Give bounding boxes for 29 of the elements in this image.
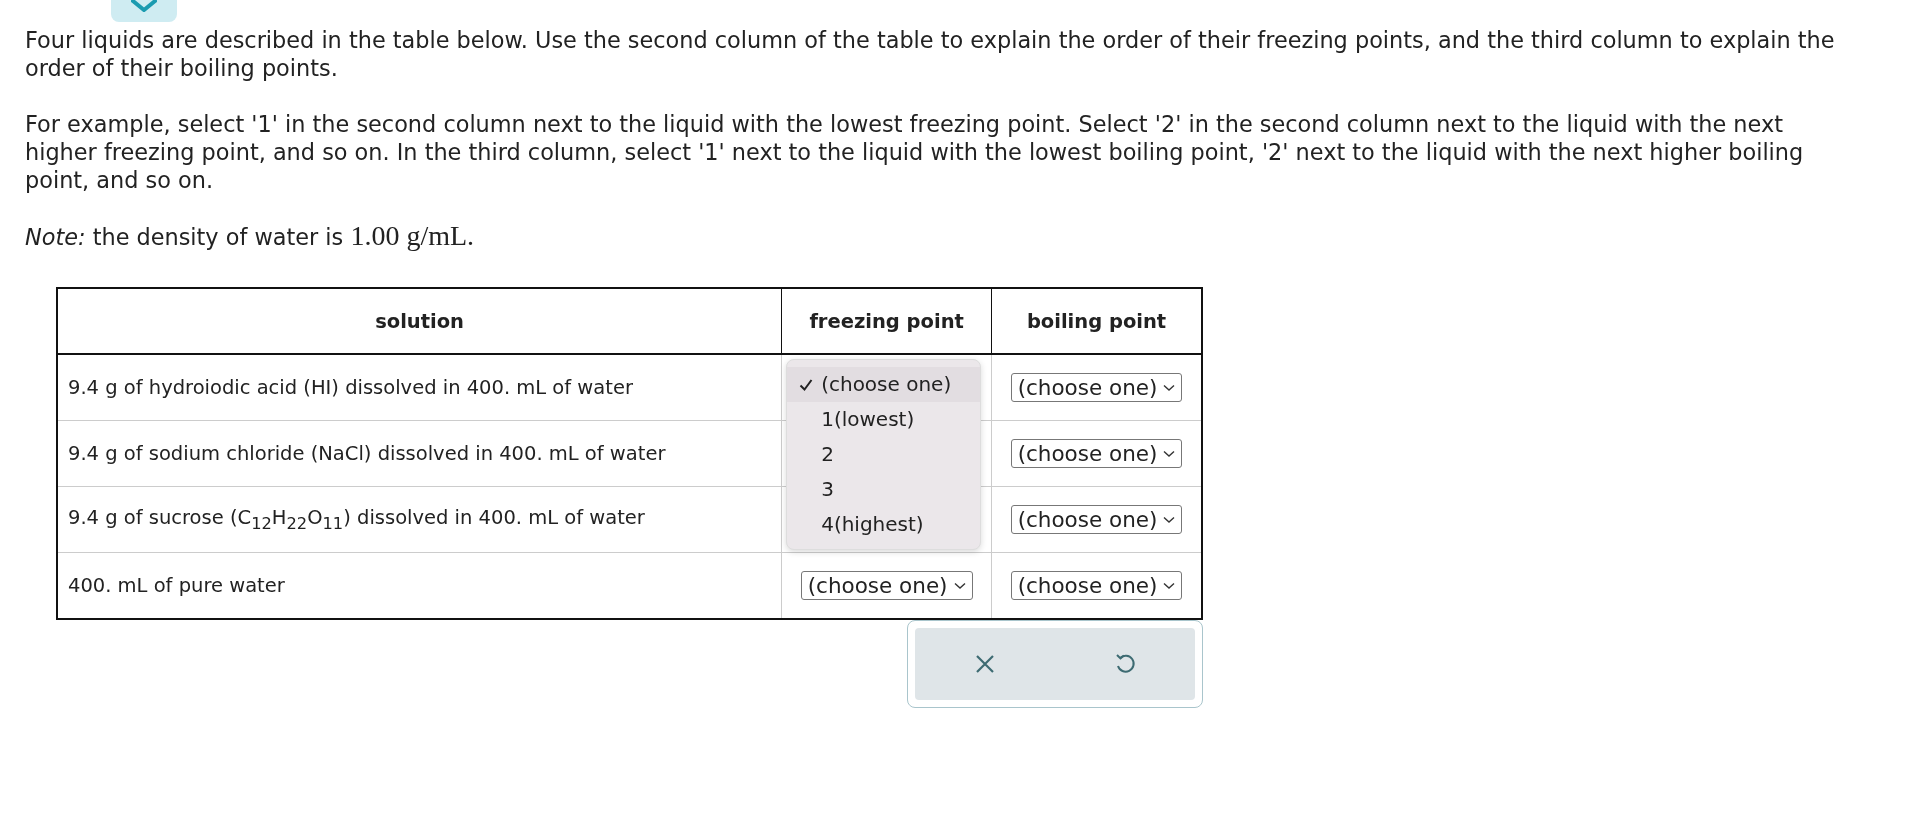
boiling-point-dropdown[interactable]: (choose one) (1010, 571, 1183, 600)
boiling-point-dropdown[interactable]: (choose one) (1010, 439, 1183, 468)
solution-text: 9.4 g of sodium chloride (NaCl) dissolved in 400. mL of water (68, 442, 666, 465)
solution-text: 400. mL of pure water (68, 574, 285, 597)
note-text: Note: the density of water is 1.00 g/mL. (25, 222, 476, 251)
chevron-down-icon (953, 581, 966, 590)
checkmark-icon (799, 377, 814, 392)
column-header: freezing point (781, 288, 992, 354)
boiling-point-dropdown[interactable]: (choose one) (1010, 373, 1183, 402)
chevron-down-icon (1163, 449, 1176, 458)
solution-text: 9.4 g of sucrose (C$_{12}$H$_{22}$O$_{11}$) dissolved in 400. mL of water (68, 506, 645, 530)
close-icon (974, 654, 995, 674)
chevron-down-icon (1163, 581, 1176, 590)
chevron-down-icon (1163, 383, 1176, 392)
solution-text: 9.4 g of hydroiodic acid (HI) dissolved in 400. mL of water (68, 376, 633, 399)
chevron-down-icon (131, 0, 157, 12)
chevron-down-icon (1163, 515, 1176, 524)
menu-option[interactable]: 1(lowest) (787, 402, 981, 437)
freezing-point-dropdown[interactable]: (choose one) (800, 571, 973, 600)
undo-icon (1113, 653, 1136, 675)
column-header: solution (57, 288, 782, 354)
instruction-text: For example, select '1' in the second column next to the liquid with the lowest freezing point. Select '2' in the second column next to the liquid with the next higher freezing point, and so on. In the third column, select '1' next to the liquid with the lowest boiling point, '2' next to the liquid with the next higher boiling point, and so on. (25, 110, 1805, 194)
menu-option[interactable]: (choose one) (787, 367, 981, 402)
instruction-text: Four liquids are described in the table below. Use the second column of the table to explain the order of their freezing points, and the third column to explain the order of their boiling points. (25, 26, 1836, 82)
menu-option[interactable]: 3 (787, 472, 981, 507)
menu-option[interactable]: 4(highest) (787, 507, 981, 542)
menu-option[interactable]: 2 (787, 437, 981, 472)
boiling-point-dropdown[interactable]: (choose one) (1010, 505, 1183, 534)
collapse-tab[interactable] (111, 0, 177, 22)
